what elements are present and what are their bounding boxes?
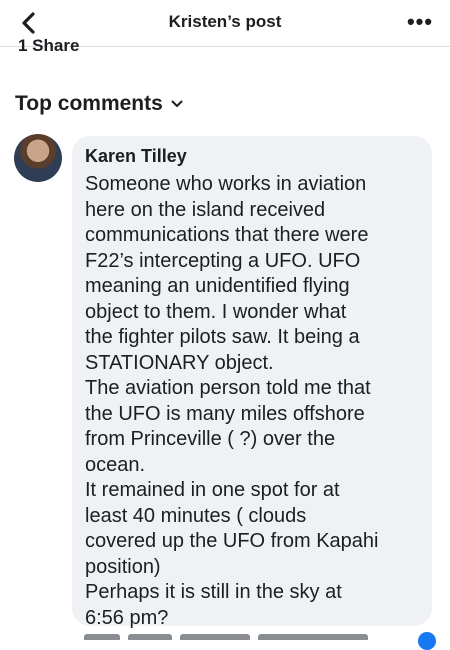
chevron-down-icon <box>171 100 183 107</box>
comment-actions-cutoff <box>84 628 434 640</box>
comment-author[interactable]: Karen Tilley <box>85 146 187 167</box>
more-options-button[interactable]: ••• <box>406 9 434 34</box>
like-reaction-icon <box>418 632 436 650</box>
comment-sort-dropdown[interactable]: Top comments <box>15 92 183 116</box>
more-icon: ••• <box>406 9 434 34</box>
comment-bubble: Karen Tilley Someone who works in aviati… <box>72 136 432 629</box>
avatar[interactable] <box>14 134 62 182</box>
comment-text: Someone who works in aviation here on th… <box>85 173 379 629</box>
sort-label: Top comments <box>15 92 163 115</box>
share-count[interactable]: 1 Share <box>18 36 79 60</box>
page-title: Kristen’s post <box>168 12 282 31</box>
